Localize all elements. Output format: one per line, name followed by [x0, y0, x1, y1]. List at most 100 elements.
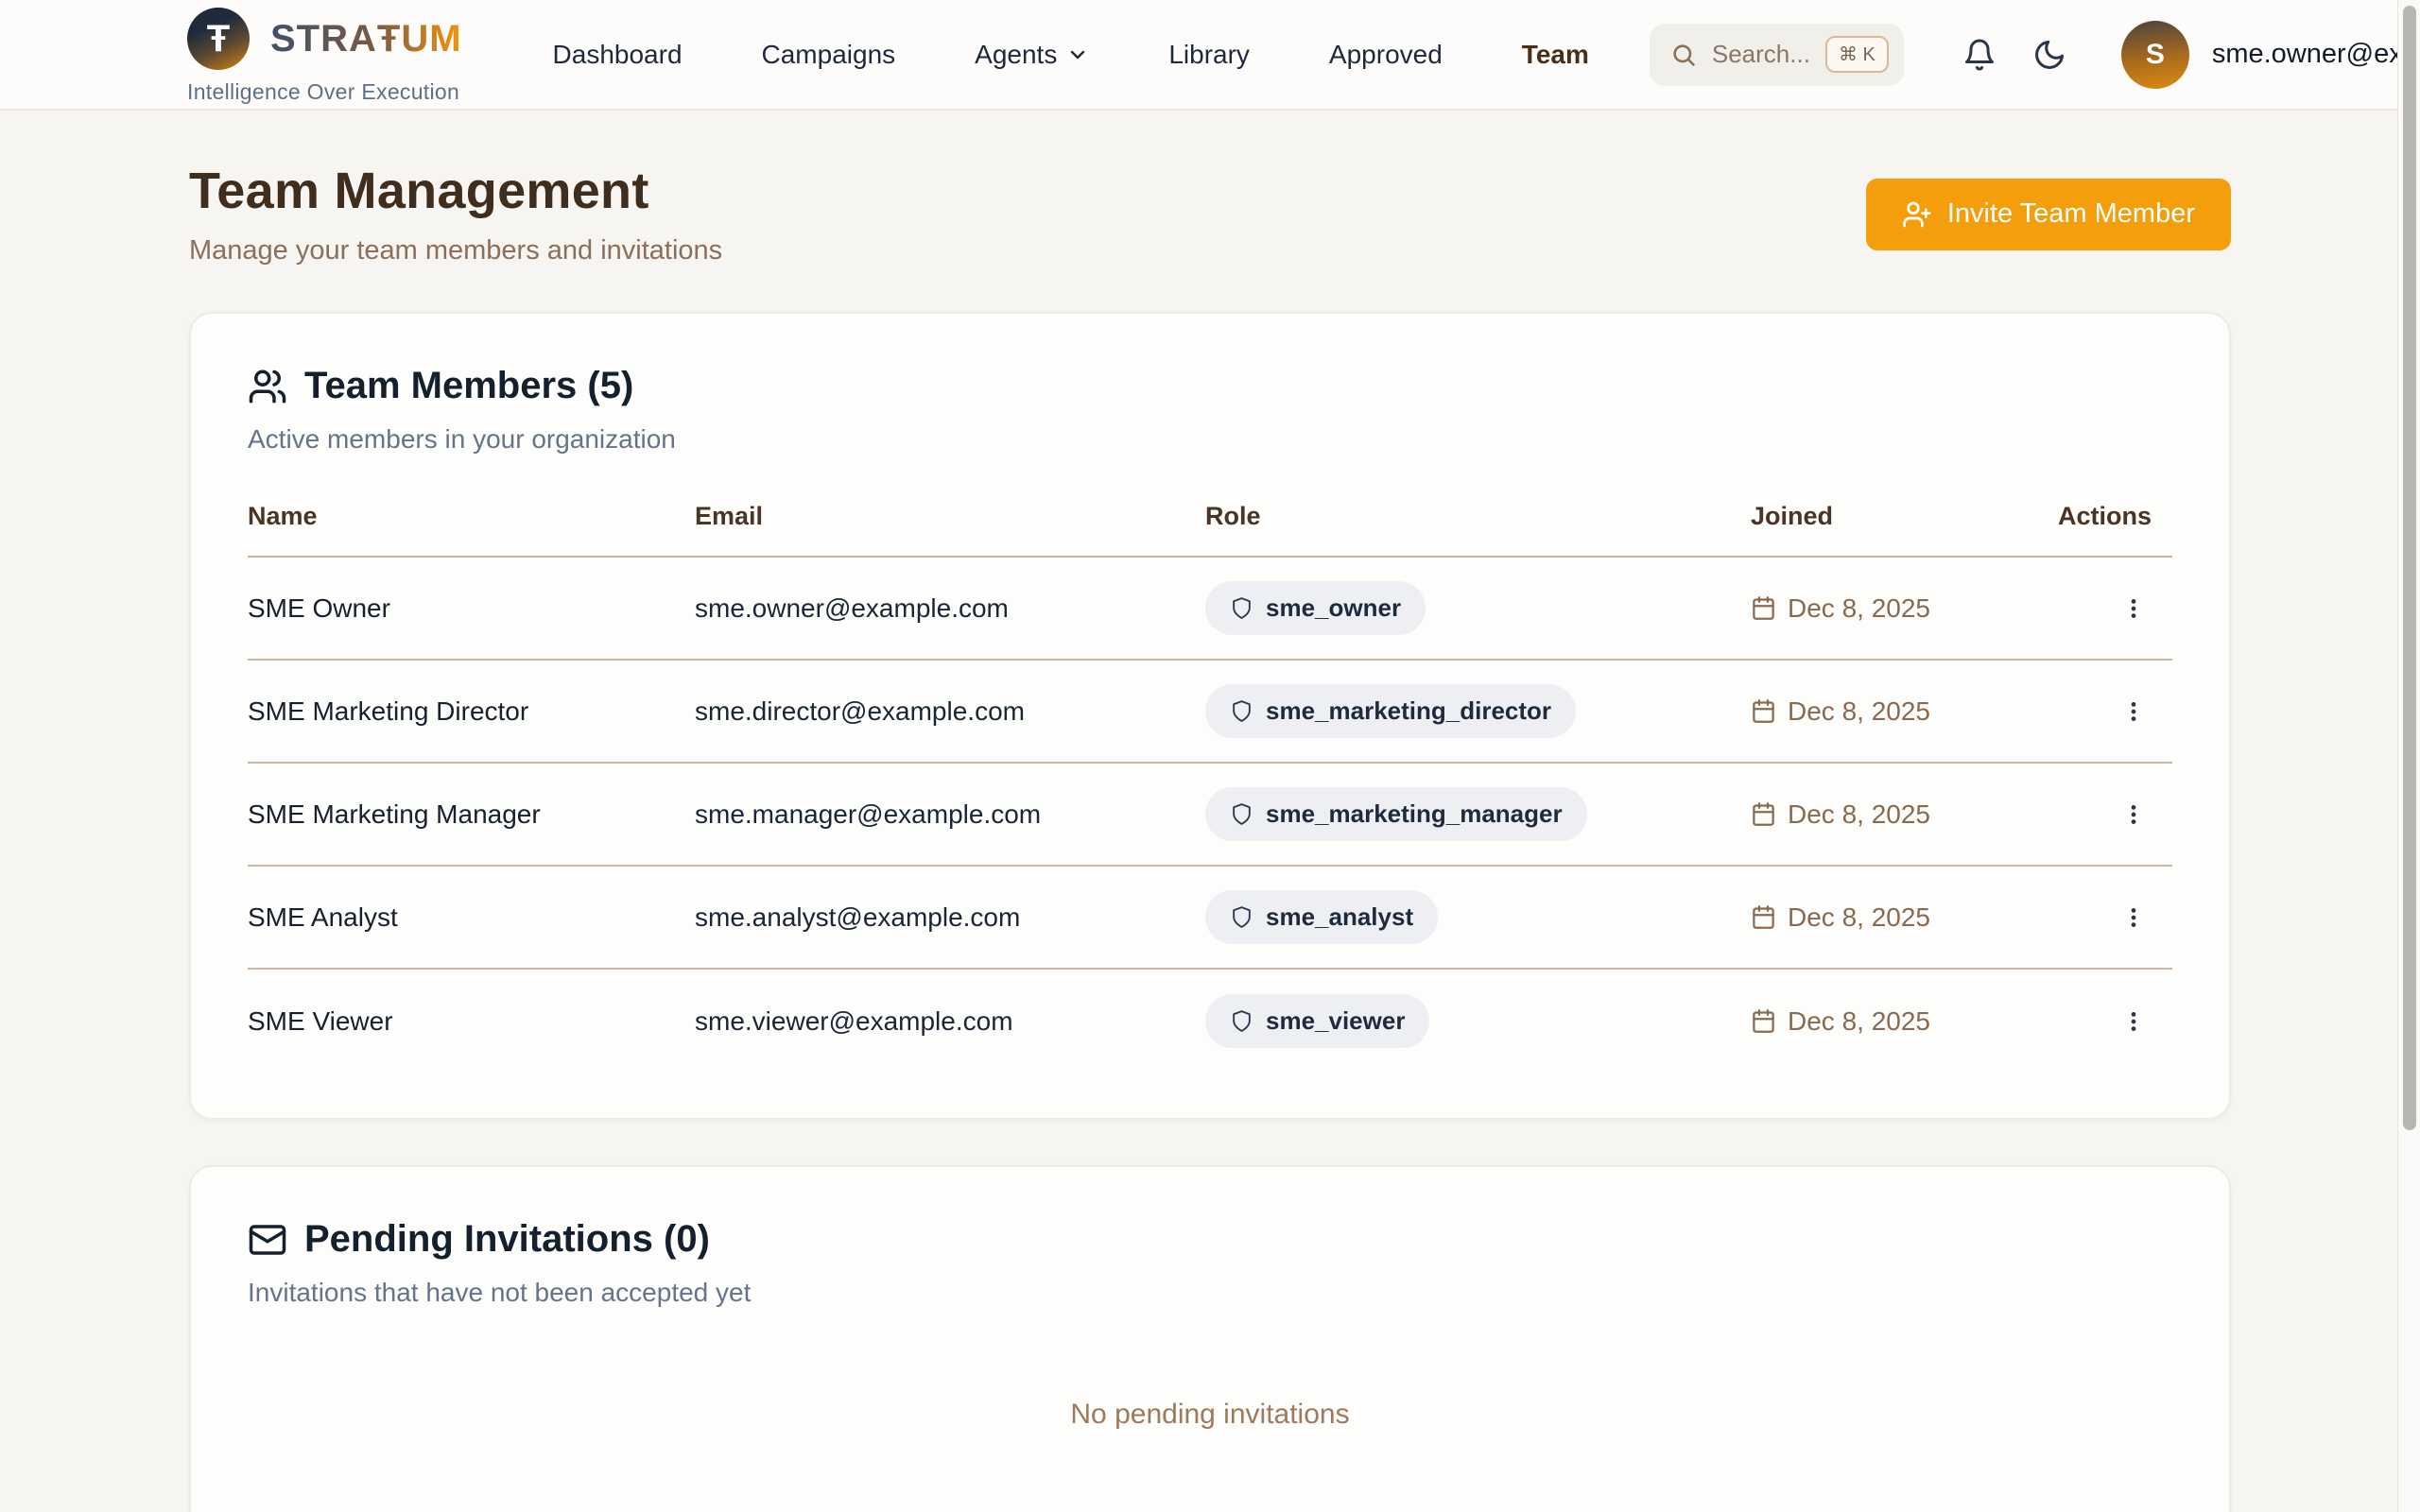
joined-date-label: Dec 8, 2025	[1788, 902, 1930, 933]
table-row: SME Analyst sme.analyst@example.com sme_…	[248, 867, 2172, 970]
calendar-icon	[1751, 1008, 1776, 1034]
member-name: SME Owner	[248, 593, 695, 624]
user-avatar[interactable]: S	[2121, 21, 2189, 89]
kebab-menu-icon	[2121, 905, 2146, 930]
joined-date: Dec 8, 2025	[1751, 593, 2018, 624]
table-row: SME Viewer sme.viewer@example.com sme_vi…	[248, 970, 2172, 1073]
nav-label: Campaigns	[762, 40, 896, 70]
nav-label: Dashboard	[553, 40, 683, 70]
chevron-down-icon	[1066, 43, 1089, 66]
shield-icon	[1230, 699, 1253, 723]
table-row: SME Marketing Director sme.director@exam…	[248, 661, 2172, 764]
search-shortcut-badge: ⌘ K	[1825, 36, 1889, 73]
nav-item-dashboard[interactable]: Dashboard	[553, 40, 683, 70]
nav-item-library[interactable]: Library	[1168, 40, 1250, 70]
member-email: sme.analyst@example.com	[695, 902, 1205, 933]
nav-item-campaigns[interactable]: Campaigns	[762, 40, 896, 70]
members-card-subtitle: Active members in your organization	[248, 424, 2172, 455]
column-header-email: Email	[695, 502, 1205, 531]
scrollbar-track[interactable]	[2397, 0, 2420, 1512]
no-pending-invitations-message: No pending invitations	[248, 1399, 2172, 1512]
user-email: sme.owner@example.com	[2212, 39, 2401, 70]
calendar-icon	[1751, 801, 1776, 827]
pending-invitations-card: Pending Invitations (0) Invitations that…	[189, 1165, 2231, 1512]
kebab-menu-icon	[2121, 699, 2146, 724]
role-badge: sme_analyst	[1205, 890, 1438, 944]
nav-item-approved[interactable]: Approved	[1329, 40, 1443, 70]
brand-tagline: Intelligence Over Execution	[187, 79, 462, 105]
invitations-card-title: Pending Invitations (0)	[304, 1218, 710, 1261]
row-actions-menu-button[interactable]	[2116, 591, 2152, 627]
role-badge-label: sme_marketing_manager	[1266, 799, 1563, 829]
joined-date: Dec 8, 2025	[1751, 1006, 2018, 1037]
role-badge-label: sme_marketing_director	[1266, 696, 1551, 726]
top-navigation-bar: Ŧ STRAŦUM Intelligence Over Execution Da…	[0, 0, 2420, 111]
table-row: SME Marketing Manager sme.manager@exampl…	[248, 764, 2172, 867]
joined-date: Dec 8, 2025	[1751, 696, 2018, 727]
users-icon	[248, 367, 287, 406]
calendar-icon	[1751, 595, 1776, 621]
avatar-initial: S	[2146, 39, 2165, 71]
table-header-row: Name Email Role Joined Actions	[248, 502, 2172, 558]
shield-icon	[1230, 596, 1253, 620]
page-title: Team Management	[189, 162, 722, 220]
search-input[interactable]: Search... ⌘ K	[1650, 24, 1904, 86]
role-badge-label: sme_viewer	[1266, 1006, 1405, 1036]
row-actions-menu-button[interactable]	[2116, 1004, 2152, 1040]
main-nav: Dashboard Campaigns Agents Library Appro…	[553, 40, 1589, 70]
page-subtitle: Manage your team members and invitations	[189, 235, 722, 266]
nav-label: Approved	[1329, 40, 1443, 70]
table-body: SME Owner sme.owner@example.com sme_owne…	[248, 558, 2172, 1073]
joined-date: Dec 8, 2025	[1751, 902, 2018, 933]
joined-date-label: Dec 8, 2025	[1788, 593, 1930, 624]
brand-wordmark: STRAŦUM	[270, 18, 462, 60]
moon-icon	[2032, 38, 2066, 72]
member-email: sme.director@example.com	[695, 696, 1205, 727]
user-plus-icon	[1902, 199, 1932, 230]
joined-date-label: Dec 8, 2025	[1788, 799, 1930, 830]
member-email: sme.viewer@example.com	[695, 1006, 1205, 1037]
role-badge: sme_viewer	[1205, 994, 1429, 1048]
scrollbar-thumb[interactable]	[2403, 6, 2416, 1130]
invite-team-member-button[interactable]: Invite Team Member	[1866, 179, 2231, 250]
role-badge: sme_marketing_manager	[1205, 787, 1587, 841]
row-actions-menu-button[interactable]	[2116, 797, 2152, 833]
member-name: SME Analyst	[248, 902, 695, 933]
kebab-menu-icon	[2121, 1009, 2146, 1034]
bell-icon	[1962, 38, 1996, 72]
role-badge: sme_marketing_director	[1205, 684, 1576, 738]
invitations-card-subtitle: Invitations that have not been accepted …	[248, 1278, 2172, 1308]
column-header-actions: Actions	[2018, 502, 2172, 531]
shield-icon	[1230, 802, 1253, 826]
calendar-icon	[1751, 904, 1776, 930]
team-members-card: Team Members (5) Active members in your …	[189, 312, 2231, 1120]
search-placeholder: Search...	[1712, 40, 1810, 69]
calendar-icon	[1751, 698, 1776, 724]
notifications-button[interactable]	[1962, 38, 1996, 72]
column-header-role: Role	[1205, 502, 1751, 531]
joined-date-label: Dec 8, 2025	[1788, 1006, 1930, 1037]
member-email: sme.manager@example.com	[695, 799, 1205, 830]
role-badge-label: sme_analyst	[1266, 902, 1413, 932]
nav-label: Library	[1168, 40, 1250, 70]
row-actions-menu-button[interactable]	[2116, 694, 2152, 730]
row-actions-menu-button[interactable]	[2116, 900, 2152, 936]
search-icon	[1670, 42, 1697, 68]
kebab-menu-icon	[2121, 596, 2146, 621]
main-content: Team Management Manage your team members…	[189, 162, 2231, 1512]
column-header-joined: Joined	[1751, 502, 2018, 531]
table-row: SME Owner sme.owner@example.com sme_owne…	[248, 558, 2172, 661]
joined-date: Dec 8, 2025	[1751, 799, 2018, 830]
members-card-title: Team Members (5)	[304, 365, 633, 407]
role-badge-label: sme_owner	[1266, 593, 1401, 623]
nav-item-agents[interactable]: Agents	[975, 40, 1089, 70]
brand-logo[interactable]: Ŧ STRAŦUM Intelligence Over Execution	[187, 0, 462, 105]
mail-icon	[248, 1220, 287, 1260]
member-name: SME Viewer	[248, 1006, 695, 1037]
joined-date-label: Dec 8, 2025	[1788, 696, 1930, 727]
brand-glyph: Ŧ	[207, 18, 230, 60]
nav-item-team[interactable]: Team	[1522, 40, 1589, 70]
theme-toggle-button[interactable]	[2032, 38, 2066, 72]
role-badge: sme_owner	[1205, 581, 1426, 635]
column-header-name: Name	[248, 502, 695, 531]
